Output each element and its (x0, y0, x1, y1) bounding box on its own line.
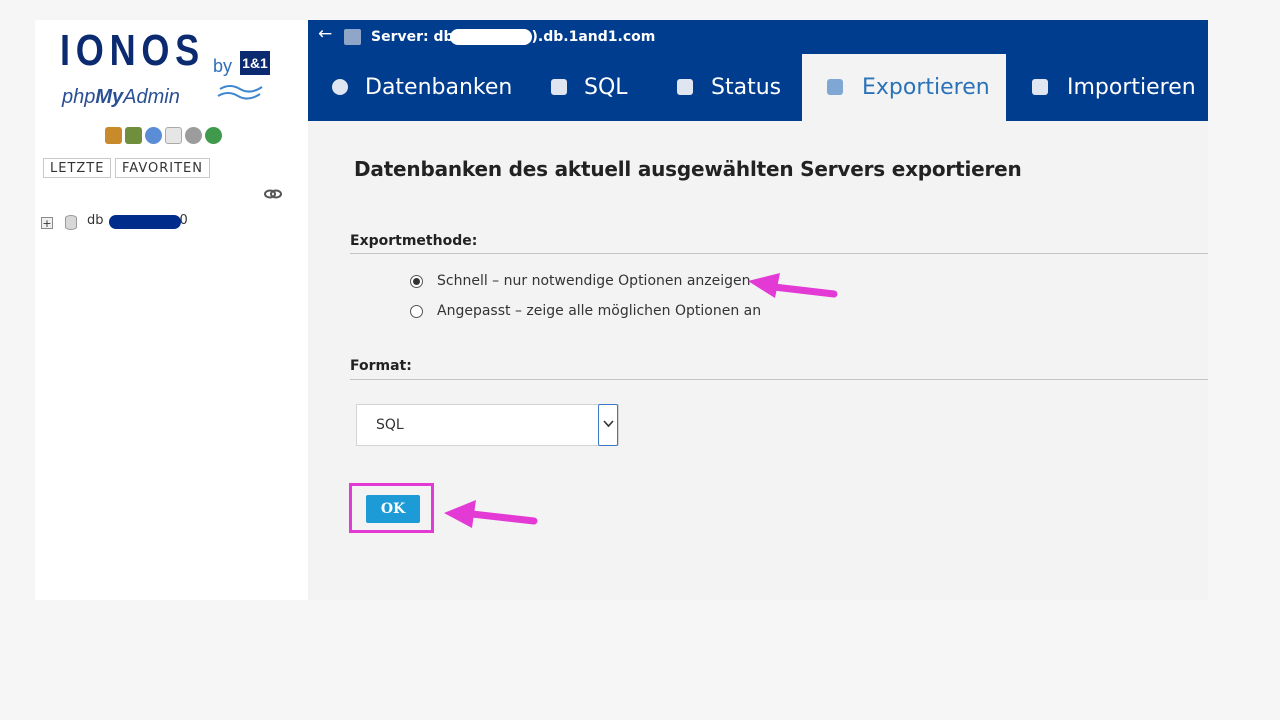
tab-label: SQL (584, 75, 628, 100)
db-name-prefix: db (87, 213, 104, 228)
page-title: Datenbanken des aktuell ausgewählten Ser… (354, 157, 1022, 181)
chain-link-icon[interactable] (264, 188, 282, 200)
tab-status[interactable]: Status (659, 54, 802, 121)
export-icon (827, 79, 843, 95)
recent-tab-button[interactable]: LETZTE (43, 158, 112, 178)
divider (350, 379, 1208, 380)
redaction-mark (450, 29, 532, 45)
server-icon (344, 29, 361, 45)
database-icon (65, 215, 77, 230)
main-navigation-tabs: Datenbanken SQL Status Exportieren Impor… (308, 54, 1208, 121)
radio-button-checked[interactable] (410, 275, 423, 288)
favorites-tab-button[interactable]: FAVORITEN (115, 158, 210, 178)
tab-importieren[interactable]: Importieren (1006, 54, 1208, 121)
settings-icon[interactable] (185, 127, 202, 144)
main-content: ← Server: db).db.1and1.com Datenbanken S… (308, 20, 1208, 600)
status-icon (677, 79, 693, 95)
logo-admin: Admin (123, 86, 180, 108)
tab-sql[interactable]: SQL (521, 54, 659, 121)
logo-php: php (62, 86, 96, 108)
back-arrow-icon[interactable]: ← (318, 24, 332, 44)
import-icon (1032, 79, 1048, 95)
expand-plus-icon[interactable]: + (41, 217, 53, 229)
radio-button[interactable] (410, 305, 423, 318)
export-method-label: Exportmethode: (350, 233, 478, 249)
quick-icons-bar (105, 127, 222, 147)
radio-custom-label[interactable]: Angepasst – zeige alle möglichen Optione… (437, 303, 761, 319)
logo-my: My (95, 86, 124, 108)
logo-1and1-badge: 1&1 (240, 51, 270, 75)
chevron-down-icon[interactable] (598, 404, 618, 446)
server-breadcrumb-bar: ← Server: db).db.1and1.com (308, 20, 1208, 54)
radio-quick-label[interactable]: Schnell – nur notwendige Optionen anzeig… (437, 273, 751, 289)
home-icon[interactable] (105, 127, 122, 144)
ok-button[interactable]: OK (366, 495, 420, 523)
ionos-phpmyadmin-logo[interactable]: IONOS by 1&1 phpMyAdmin (60, 26, 280, 108)
navigation-sidebar: IONOS by 1&1 phpMyAdmin LETZTE FAVORITEN… (35, 20, 308, 600)
tab-datenbanken[interactable]: Datenbanken (308, 54, 521, 121)
logout-icon[interactable] (125, 127, 142, 144)
tab-label: Status (711, 75, 782, 100)
database-tree-item[interactable]: + db 0 (41, 213, 201, 235)
tab-label: Importieren (1067, 75, 1196, 100)
database-icon (332, 79, 348, 95)
server-label-prefix: Server: db (371, 29, 454, 45)
redaction-mark (109, 215, 181, 229)
sql-icon (551, 79, 567, 95)
format-select[interactable]: SQL (356, 404, 619, 446)
help-icon[interactable] (145, 127, 162, 144)
format-selected-value: SQL (376, 417, 404, 433)
logo-by-text: by (213, 56, 233, 76)
phpmyadmin-logo-text: phpMyAdmin (62, 86, 180, 109)
reload-icon[interactable] (205, 127, 222, 144)
tab-label: Exportieren (862, 75, 990, 100)
logo-wave-icon (217, 85, 263, 100)
tab-label: Datenbanken (365, 75, 513, 100)
tab-exportieren[interactable]: Exportieren (802, 54, 1006, 121)
format-label: Format: (350, 358, 412, 374)
annotation-arrow-icon (748, 273, 838, 298)
docs-icon[interactable] (165, 127, 182, 144)
annotation-arrow-icon (444, 500, 538, 528)
divider (350, 253, 1208, 254)
ionos-logo-text: IONOS (60, 26, 205, 75)
